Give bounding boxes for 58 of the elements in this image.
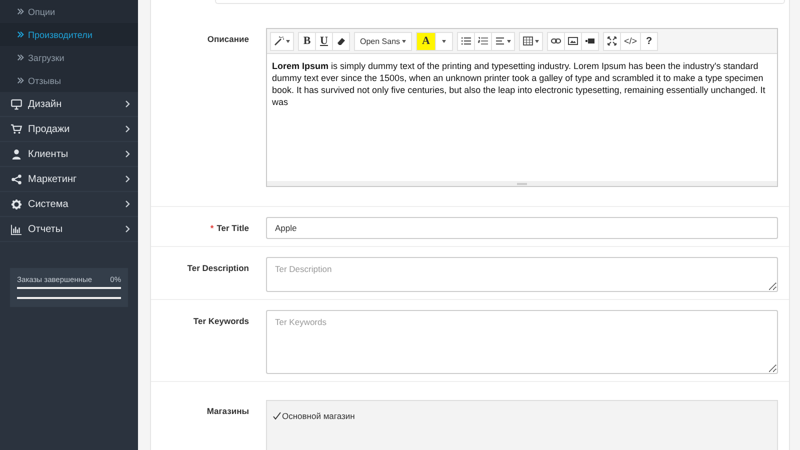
field-label: Ter Keywords xyxy=(193,315,249,328)
link-button[interactable] xyxy=(547,32,566,50)
chevron-icon xyxy=(125,150,130,158)
double-chevron-icon xyxy=(17,54,24,61)
align-button[interactable] xyxy=(491,32,516,50)
link-icon xyxy=(551,36,562,46)
user-icon xyxy=(11,148,22,160)
text-field[interactable]: Apple xyxy=(266,217,778,239)
chevron-icon xyxy=(125,125,130,133)
chevron-icon xyxy=(125,100,130,108)
sidebar-subitem[interactable]: Отзывы xyxy=(0,69,138,92)
underline-button[interactable]: U xyxy=(315,32,333,50)
checkmark-icon[interactable] xyxy=(273,412,281,420)
sidebar-subitem[interactable]: Производители xyxy=(0,23,138,46)
image-icon xyxy=(568,36,578,46)
fullscreen-button[interactable] xyxy=(603,32,622,50)
double-chevron-icon xyxy=(17,31,24,38)
double-chevron-icon xyxy=(17,8,24,15)
double-chevron-icon xyxy=(17,77,24,84)
video-button[interactable] xyxy=(581,32,600,50)
numbered-list-button[interactable] xyxy=(474,32,492,50)
field-label: Описание xyxy=(207,33,249,46)
sidebar-subitem[interactable]: Загрузки xyxy=(0,46,138,69)
cart-icon xyxy=(11,124,22,134)
magic-wand-button[interactable] xyxy=(270,32,294,50)
monitor-icon xyxy=(11,98,22,110)
text-area[interactable]: Ter Keywords xyxy=(266,310,778,374)
table-icon xyxy=(523,36,534,46)
bold-button[interactable]: B xyxy=(298,32,316,50)
text-area[interactable]: Ter Description xyxy=(266,257,778,292)
eraser-button[interactable] xyxy=(332,32,350,50)
font-dropdown[interactable]: Open Sans xyxy=(354,32,412,50)
bullet-list-button[interactable] xyxy=(457,32,476,50)
text-color-button[interactable]: A xyxy=(416,32,436,50)
gear-icon xyxy=(11,198,22,210)
chevron-icon xyxy=(125,175,130,183)
help-button[interactable]: ? xyxy=(640,32,658,50)
bar-chart-icon xyxy=(11,224,22,234)
editor-text: Lorem Ipsum is simply dummy text of the printing and typesetting industry. Lorem Ipsum has been the industry's standard dummy text ever since the 1500s, when an unknown printer took a galley of type and scrambled it to make a type specimen book. It has survived not only five centuries, but also the leap into electronic typesetting, remaining essentially unchanged. It was xyxy=(271,60,766,109)
share-icon xyxy=(11,174,22,184)
align-icon xyxy=(495,36,506,46)
fullscreen-icon xyxy=(607,36,618,46)
field-label: Ter Description xyxy=(187,262,249,275)
sidebar-subitem[interactable]: Опции xyxy=(0,0,138,23)
chevron-icon xyxy=(125,200,130,208)
field-label: Магазины xyxy=(206,405,249,418)
image-button[interactable] xyxy=(564,32,582,50)
magic-wand-icon xyxy=(274,36,284,46)
video-icon xyxy=(585,36,596,46)
code-view-button[interactable]: </> xyxy=(620,32,642,50)
bullet-list-icon xyxy=(461,36,472,46)
color-dropdown-button[interactable] xyxy=(435,32,454,50)
eraser-icon xyxy=(336,36,346,46)
chevron-icon xyxy=(125,225,130,233)
field-label: * Ter Title xyxy=(210,222,249,235)
numbered-list-icon xyxy=(478,36,488,46)
store-checkbox-label[interactable]: Основной магазин xyxy=(282,411,355,421)
table-button[interactable] xyxy=(519,32,544,50)
